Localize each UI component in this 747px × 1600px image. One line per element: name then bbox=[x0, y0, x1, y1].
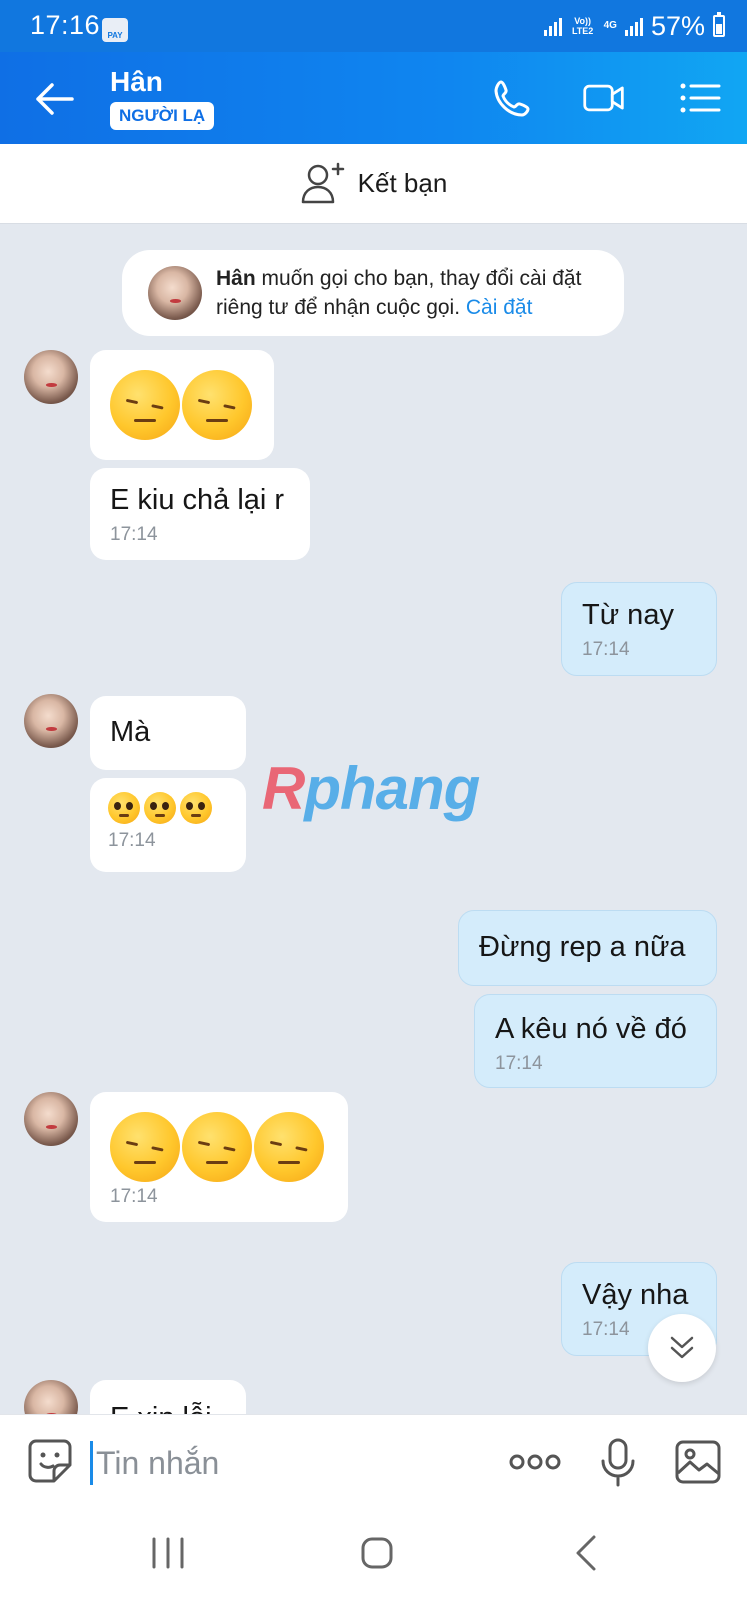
message-bubble[interactable]: E kiu chả lại r 17:14 bbox=[90, 468, 310, 560]
status-bar: 17:16 PAY Vo)) LTE2 4G 57% bbox=[0, 0, 747, 52]
pensive-face-emoji bbox=[182, 1112, 252, 1182]
call-notice-text: Hân muốn gọi cho bạn, thay đổi cài đặt r… bbox=[216, 264, 624, 322]
message-text: Vậy nha bbox=[582, 1279, 689, 1311]
phone-call-icon[interactable] bbox=[492, 78, 536, 118]
message-bubble[interactable]: Đừng rep a nữa bbox=[458, 910, 717, 986]
pensive-face-emoji bbox=[254, 1112, 324, 1182]
network-type-indicator: 4G bbox=[603, 20, 617, 31]
message-text: E xin lỗi bbox=[110, 1400, 226, 1414]
message-bubble[interactable]: 17:14 bbox=[90, 1092, 348, 1222]
call-privacy-notice: Hân muốn gọi cho bạn, thay đổi cài đặt r… bbox=[122, 250, 624, 336]
home-icon[interactable] bbox=[360, 1536, 394, 1570]
recent-apps-icon[interactable] bbox=[150, 1536, 186, 1570]
pleading-face-emoji bbox=[180, 792, 212, 824]
pay-app-icon: PAY bbox=[102, 18, 128, 42]
text-cursor bbox=[90, 1441, 93, 1485]
system-navigation-bar bbox=[0, 1510, 747, 1600]
add-friend-button[interactable]: Kết bạn bbox=[0, 144, 747, 224]
more-options-icon[interactable] bbox=[508, 1445, 562, 1479]
add-friend-label: Kết bạn bbox=[357, 168, 448, 198]
watermark-first-letter: R bbox=[262, 755, 305, 822]
pleading-face-emoji bbox=[108, 792, 140, 824]
status-time: 17:16 bbox=[30, 10, 101, 40]
message-time: 17:14 bbox=[495, 1053, 543, 1074]
message-time: 17:14 bbox=[110, 1186, 158, 1207]
watermark-logo: Rphang bbox=[262, 754, 480, 823]
signal-icon bbox=[543, 16, 562, 36]
message-list[interactable]: Hân muốn gọi cho bạn, thay đổi cài đặt r… bbox=[0, 224, 747, 1414]
contact-name[interactable]: Hân bbox=[110, 66, 163, 98]
message-time: 17:14 bbox=[108, 830, 156, 851]
message-bubble[interactable]: Mà bbox=[90, 696, 246, 770]
scroll-to-bottom-button[interactable] bbox=[648, 1314, 716, 1382]
pensive-face-emoji bbox=[182, 370, 252, 440]
message-bubble[interactable]: A kêu nó về đó 17:14 bbox=[474, 994, 717, 1088]
message-bubble[interactable] bbox=[90, 350, 274, 460]
message-text: A kêu nó về đó bbox=[495, 1013, 687, 1045]
image-gallery-icon[interactable] bbox=[674, 1439, 722, 1485]
sticker-emoji-icon[interactable] bbox=[26, 1437, 74, 1485]
avatar[interactable] bbox=[24, 1092, 78, 1146]
message-bubble[interactable]: E xin lỗi bbox=[90, 1380, 246, 1414]
avatar[interactable] bbox=[24, 694, 78, 748]
stranger-badge: NGƯỜI LẠ bbox=[110, 102, 215, 130]
pensive-face-emoji bbox=[110, 1112, 180, 1182]
message-time: 17:14 bbox=[582, 639, 630, 660]
message-input-bar bbox=[0, 1414, 747, 1510]
message-bubble[interactable]: Từ nay 17:14 bbox=[561, 582, 717, 676]
battery-percent: 57% bbox=[650, 10, 705, 41]
message-bubble[interactable]: 17:14 bbox=[90, 778, 246, 872]
pleading-face-emoji bbox=[144, 792, 176, 824]
notice-name: Hân bbox=[216, 267, 256, 290]
microphone-icon[interactable] bbox=[598, 1437, 638, 1487]
volte-indicator: Vo)) LTE2 bbox=[571, 16, 594, 36]
avatar bbox=[148, 266, 202, 320]
signal-icon-2 bbox=[624, 16, 643, 36]
message-text: Từ nay bbox=[582, 599, 674, 631]
double-chevron-down-icon bbox=[670, 1336, 694, 1359]
message-time: 17:14 bbox=[110, 524, 158, 545]
back-chevron-icon[interactable] bbox=[574, 1534, 598, 1572]
back-arrow-icon[interactable] bbox=[34, 82, 74, 116]
message-text: Đừng rep a nữa bbox=[479, 931, 686, 963]
battery-icon bbox=[713, 12, 725, 37]
avatar[interactable] bbox=[24, 1380, 78, 1414]
avatar[interactable] bbox=[24, 350, 78, 404]
watermark-rest: phang bbox=[304, 755, 480, 822]
video-call-icon[interactable] bbox=[582, 78, 626, 118]
message-text: Mà bbox=[110, 716, 151, 748]
menu-list-icon[interactable] bbox=[678, 78, 722, 118]
settings-link[interactable]: Cài đặt bbox=[466, 296, 533, 319]
pensive-face-emoji bbox=[110, 370, 180, 440]
chat-header: Hân NGƯỜI LẠ bbox=[0, 52, 747, 144]
message-text: E kiu chả lại r bbox=[110, 484, 285, 516]
message-input[interactable] bbox=[96, 1439, 476, 1487]
add-friend-icon bbox=[301, 162, 344, 203]
